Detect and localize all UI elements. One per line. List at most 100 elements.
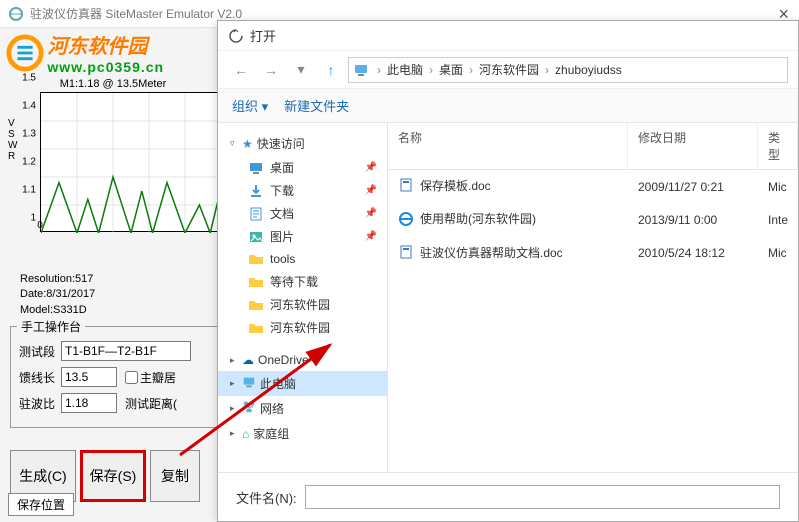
file-type: Mic xyxy=(758,243,798,263)
file-row[interactable]: 驻波仪仿真器帮助文档.doc2010/5/24 18:12Mic xyxy=(388,237,798,270)
dialog-footer: 文件名(N): xyxy=(218,472,798,521)
pin-icon: 📌 xyxy=(365,162,377,173)
dialog-title: 打开 xyxy=(250,26,276,45)
filename-label: 文件名(N): xyxy=(236,488,297,507)
chevron-right-icon: › xyxy=(373,63,385,77)
tree-homegroup[interactable]: ▸ ⌂ 家庭组 xyxy=(218,421,387,446)
desktop-icon xyxy=(248,160,264,176)
chevron-right-icon: › xyxy=(465,63,477,77)
nav-recent-button[interactable]: ▾ xyxy=(288,57,314,83)
watermark-logo-icon xyxy=(6,34,44,72)
folder-icon xyxy=(248,320,264,336)
file-name: 保存模板.doc xyxy=(420,179,491,193)
nav-forward-button[interactable]: → xyxy=(258,57,284,83)
folder-icon xyxy=(248,251,264,267)
caret-icon: ▸ xyxy=(230,428,240,439)
breadcrumb-seg[interactable]: 桌面 xyxy=(437,61,465,78)
chart-y-axis-label: VSWR xyxy=(8,118,17,162)
breadcrumb-seg[interactable]: 河东软件园 xyxy=(477,61,541,78)
pc-icon xyxy=(242,375,256,392)
tree-item[interactable]: 河东软件园 xyxy=(218,293,387,316)
tree-item[interactable]: 桌面📌 xyxy=(218,156,387,179)
cable-len-input[interactable] xyxy=(61,367,117,387)
chart-y-ticks: 1.5 1.4 1.3 1.2 1.1 1 xyxy=(18,78,38,218)
pin-icon: 📌 xyxy=(365,231,377,242)
open-dialog: 打开 ← → ▾ ↑ › 此电脑 › 桌面 › 河东软件园 › zhuboyiu… xyxy=(217,20,799,522)
watermark-url: www.pc0359.cn xyxy=(47,59,164,75)
watermark-title: 河东软件园 xyxy=(47,30,164,59)
pictures-icon xyxy=(248,229,264,245)
dialog-titlebar: 打开 xyxy=(218,21,798,51)
caret-icon: ▸ xyxy=(230,378,240,389)
save-button[interactable]: 保存(S) xyxy=(80,450,146,502)
save-location-tab[interactable]: 保存位置 xyxy=(8,493,74,516)
tree-item-label: 图片 xyxy=(270,228,294,245)
file-date: 2013/9/11 0:00 xyxy=(628,210,758,230)
caret-icon: ▸ xyxy=(230,355,240,366)
file-row[interactable]: 使用帮助(河东软件园)2013/9/11 0:00Inte xyxy=(388,203,798,236)
mainlobe-checkbox-wrap[interactable]: 主瓣居 xyxy=(125,369,176,386)
docs-icon xyxy=(248,206,264,222)
file-name: 使用帮助(河东软件园) xyxy=(420,212,536,226)
vswr-label: 驻波比 xyxy=(19,395,61,412)
new-folder-button[interactable]: 新建文件夹 xyxy=(284,96,349,115)
caret-icon: ▸ xyxy=(230,403,240,414)
col-type[interactable]: 类型 xyxy=(758,123,798,169)
file-name: 驻波仪仿真器帮助文档.doc xyxy=(420,246,563,260)
folder-icon xyxy=(248,274,264,290)
copy-button[interactable]: 复制 xyxy=(150,450,200,502)
organize-menu[interactable]: 组织 ▾ xyxy=(232,96,268,115)
tree-this-pc[interactable]: ▸ 此电脑 xyxy=(218,371,387,396)
chart-area: M1:1.18 @ 13.5Meter VSWR 1.5 1.4 1.3 1.2… xyxy=(18,78,208,238)
cable-len-label: 馈线长 xyxy=(19,369,61,386)
tree-item[interactable]: 图片 📌 xyxy=(218,225,387,248)
path-bar[interactable]: › 此电脑 › 桌面 › 河东软件园 › zhuboyiudss xyxy=(348,57,788,83)
folder-icon xyxy=(248,297,264,313)
tree-item-label: 下载 xyxy=(270,182,294,199)
test-seg-input[interactable] xyxy=(61,341,191,361)
filename-input[interactable] xyxy=(305,485,780,509)
file-type: Mic xyxy=(758,177,798,197)
dialog-toolbar: 组织 ▾ 新建文件夹 xyxy=(218,89,798,123)
chevron-right-icon: › xyxy=(425,63,437,77)
star-icon: ★ xyxy=(242,137,253,151)
tree-network[interactable]: ▸ 网络 xyxy=(218,396,387,421)
breadcrumb-seg[interactable]: 此电脑 xyxy=(385,61,425,78)
mainlobe-label: 主瓣居 xyxy=(140,369,176,386)
pc-icon xyxy=(353,62,369,78)
tree-item[interactable]: tools xyxy=(218,248,387,270)
tree-item[interactable]: 下载📌 xyxy=(218,179,387,202)
tree-onedrive[interactable]: ▸ ☁ OneDrive xyxy=(218,349,387,371)
mainlobe-checkbox[interactable] xyxy=(125,371,138,384)
tree-item[interactable]: 等待下载 xyxy=(218,270,387,293)
tree-item[interactable]: 河东软件园 xyxy=(218,316,387,339)
file-row[interactable]: 保存模板.doc2009/11/27 0:21Mic xyxy=(388,170,798,203)
dialog-icon xyxy=(228,28,244,44)
nav-back-button[interactable]: ← xyxy=(228,57,254,83)
tree-quick-access[interactable]: ▿ ★ 快速访问 xyxy=(218,131,387,156)
file-icon xyxy=(398,216,414,230)
file-icon xyxy=(398,182,414,196)
file-list-header: 名称 修改日期 类型 xyxy=(388,123,798,170)
left-panel: M1:1.18 @ 13.5Meter VSWR 1.5 1.4 1.3 1.2… xyxy=(0,28,230,522)
homegroup-icon: ⌂ xyxy=(242,427,249,441)
breadcrumb-seg[interactable]: zhuboyiudss xyxy=(553,63,624,77)
folder-tree: ▿ ★ 快速访问 桌面📌下载📌文档📌图片📌tools等待下载河东软件园河东软件园… xyxy=(218,123,388,472)
tree-item-label: 文档 xyxy=(270,205,294,222)
file-icon xyxy=(398,249,414,263)
vswr-input[interactable] xyxy=(61,393,117,413)
dialog-body: ▿ ★ 快速访问 桌面📌下载📌文档📌图片📌tools等待下载河东软件园河东软件园… xyxy=(218,123,798,472)
file-list: 名称 修改日期 类型 保存模板.doc2009/11/27 0:21Mic 使用帮… xyxy=(388,123,798,472)
test-seg-label: 测试段 xyxy=(19,343,61,360)
tree-item[interactable]: 文档 📌 xyxy=(218,202,387,225)
col-name[interactable]: 名称 xyxy=(388,123,628,169)
pin-icon: 📌 xyxy=(365,208,377,219)
manual-panel-title: 手工操作台 xyxy=(17,318,85,335)
col-date[interactable]: 修改日期 xyxy=(628,123,758,169)
nav-up-button[interactable]: ↑ xyxy=(318,57,344,83)
main-window-title: 驻波仪仿真器 SiteMaster Emulator V2.0 xyxy=(30,5,242,22)
manual-panel: 手工操作台 测试段 馈线长 主瓣居 驻波比 测试距离( xyxy=(10,326,225,428)
dialog-navbar: ← → ▾ ↑ › 此电脑 › 桌面 › 河东软件园 › zhuboyiudss xyxy=(218,51,798,89)
tree-item-label: 河东软件园 xyxy=(270,296,330,313)
tree-item-label: 等待下载 xyxy=(270,273,318,290)
